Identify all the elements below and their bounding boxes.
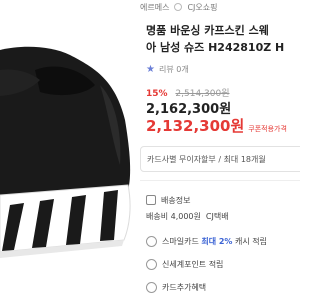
coupon-price-row: 2,132,300원 쿠폰적용가격 xyxy=(146,115,287,136)
benefit-suffix: 캐시 적립 xyxy=(232,237,267,246)
brand-tag[interactable]: 에르메스 xyxy=(140,2,169,13)
star-icon: ★ xyxy=(146,64,155,75)
review-count: 리뷰 0개 xyxy=(158,65,189,74)
shoe-image xyxy=(0,0,138,300)
benefit-item[interactable]: 스마일카드 최대 2% 캐시 적립 xyxy=(146,230,267,253)
circle-icon xyxy=(174,3,183,11)
benefit-highlight: 최대 2% xyxy=(201,237,233,246)
shipping-label: 배송정보 xyxy=(161,195,191,205)
card-icon xyxy=(146,236,157,247)
card-installment-box[interactable]: 카드사별 무이자할부 / 최대 18개월 xyxy=(140,146,300,172)
benefit-prefix: 스마일카드 xyxy=(162,237,202,246)
point-icon xyxy=(146,259,157,270)
coupon-price: 2,132,300원 xyxy=(146,117,245,135)
product-image[interactable] xyxy=(0,0,138,300)
benefit-prefix: 카드추가혜택 xyxy=(162,283,207,292)
product-info-panel: 에르메스 CJ오쇼핑 명품 바운싱 카프스킨 스웨 아 남성 슈즈 H24281… xyxy=(140,0,300,300)
shipping-info: 배송정보 배송비 4,000원 CJ택배 xyxy=(146,192,229,224)
seller-tag[interactable]: CJ오쇼핑 xyxy=(187,2,217,13)
shipping-fee: 배송비 4,000원 xyxy=(146,211,201,221)
benefit-prefix: 신세계포인트 적립 xyxy=(162,260,224,269)
shipping-carrier: CJ택배 xyxy=(205,211,229,221)
benefit-item[interactable]: 카드추가혜택 xyxy=(146,276,267,299)
divider xyxy=(140,180,300,181)
card-plus-icon xyxy=(146,282,157,293)
product-title-line: 아 남성 슈즈 H242810Z H xyxy=(146,41,285,54)
product-title-line: 명품 바운싱 카프스킨 스웨 xyxy=(146,24,269,37)
coupon-label: 쿠폰적용가격 xyxy=(248,125,287,133)
benefits-list: 스마일카드 최대 2% 캐시 적립 신세계포인트 적립 카드추가혜택 xyxy=(146,230,267,299)
product-title: 명품 바운싱 카프스킨 스웨 아 남성 슈즈 H242810Z H xyxy=(146,22,300,56)
tag-bar: 에르메스 CJ오쇼핑 xyxy=(140,0,300,14)
card-installment-text: 카드사별 무이자할부 / 최대 18개월 xyxy=(147,154,266,164)
truck-icon xyxy=(146,195,156,205)
benefit-item[interactable]: 신세계포인트 적립 xyxy=(146,253,267,276)
review-summary[interactable]: ★ 리뷰 0개 xyxy=(146,64,189,75)
